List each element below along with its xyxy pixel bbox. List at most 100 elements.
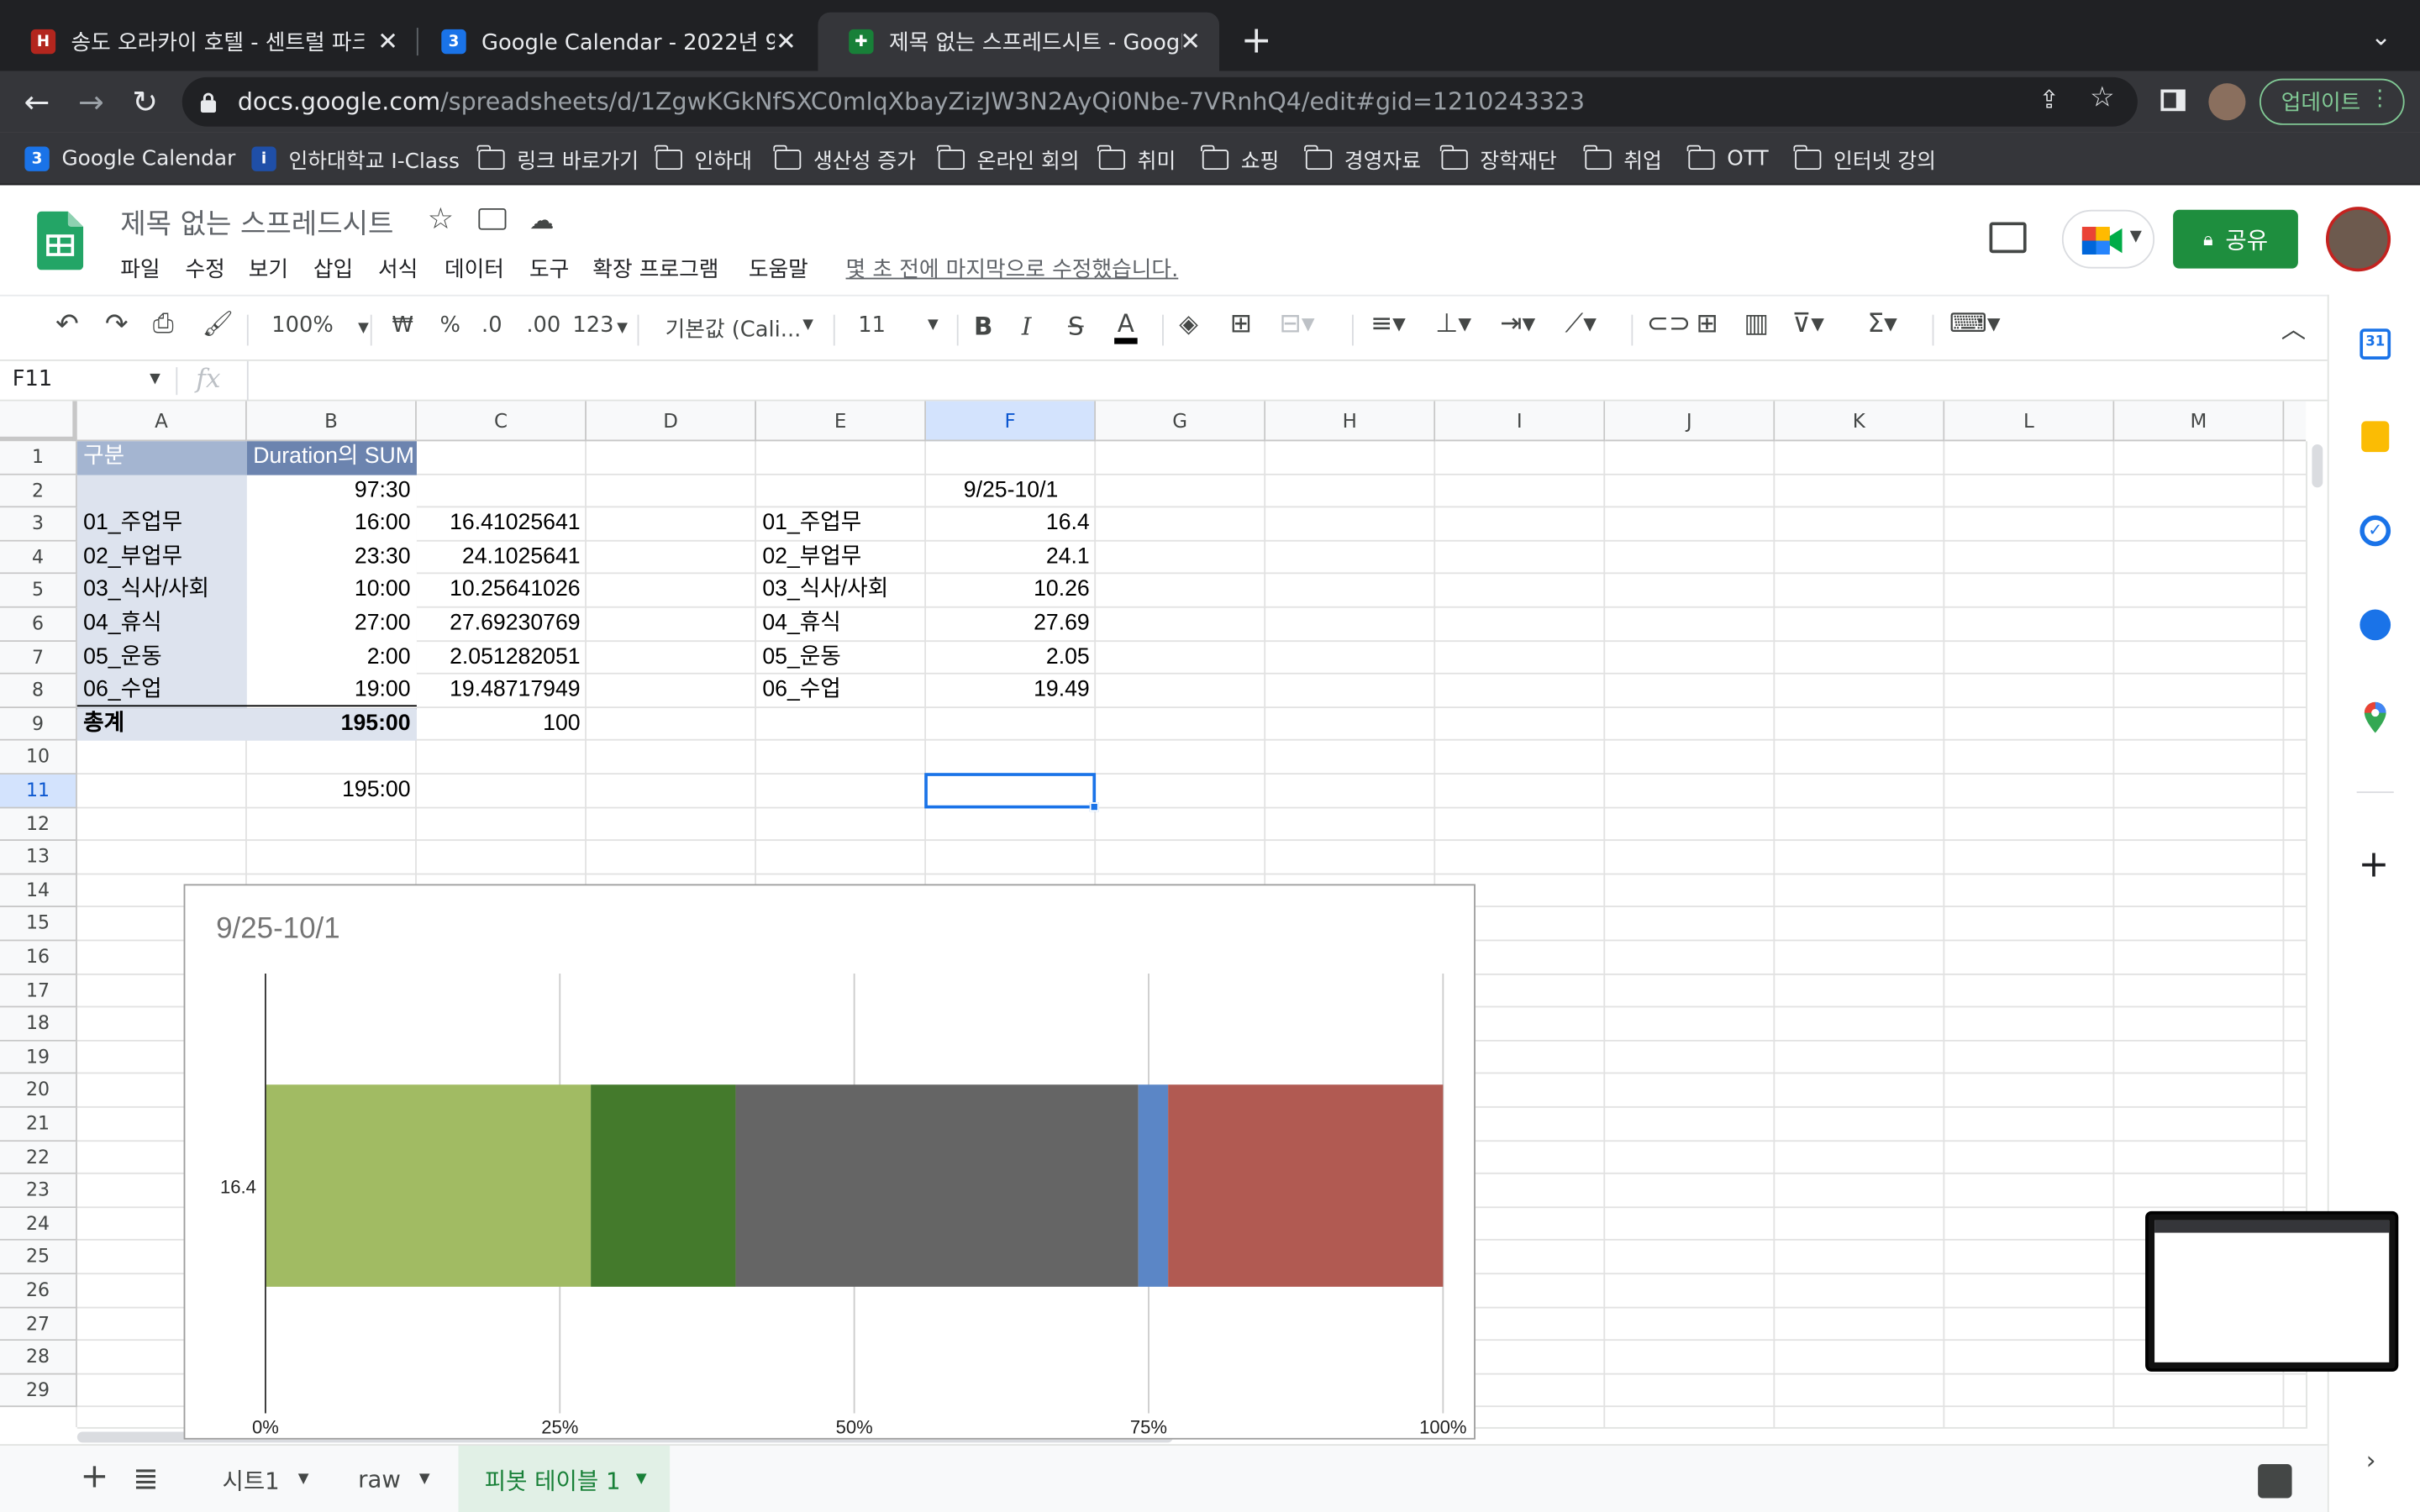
browser-tab-sheets[interactable]: ✚ 제목 없는 스프레드시트 - Google Sh ✕ — [818, 12, 1220, 71]
row-header[interactable]: 18 — [0, 1007, 77, 1042]
redo-icon[interactable]: ↷ — [105, 308, 129, 341]
functions-icon[interactable]: Σ▾ — [1867, 308, 1897, 339]
bookmark-item[interactable]: OTT — [1687, 144, 1769, 175]
filter-icon[interactable]: ⊽▾ — [1791, 308, 1824, 339]
cell[interactable]: 2:00 — [247, 641, 417, 675]
cell[interactable]: 24.1 — [926, 541, 1096, 575]
column-header[interactable]: I — [1435, 401, 1606, 442]
cell[interactable]: 23:30 — [247, 541, 417, 575]
row-header[interactable]: 12 — [0, 807, 77, 842]
row-header[interactable]: 19 — [0, 1041, 77, 1075]
column-header[interactable]: H — [1265, 401, 1436, 442]
screenshot-thumbnail[interactable] — [2145, 1210, 2399, 1372]
bookmark-item[interactable]: 쇼핑 — [1201, 144, 1279, 175]
row-header[interactable]: 8 — [0, 674, 77, 708]
tasks-icon[interactable]: ✓ — [2360, 515, 2391, 547]
cell[interactable]: 01_주업무 — [756, 508, 926, 542]
calendar-icon[interactable]: 31 — [2360, 328, 2391, 360]
bookmark-item[interactable]: 온라인 회의 — [937, 144, 1080, 175]
cell[interactable]: 19.48717949 — [417, 675, 587, 708]
menu-item[interactable]: 삽입 — [313, 253, 353, 284]
forward-icon[interactable]: → — [72, 83, 109, 120]
vertical-align-icon[interactable]: ⊥▾ — [1435, 308, 1471, 339]
undo-icon[interactable]: ↶ — [55, 308, 79, 341]
cell[interactable]: 16.41025641 — [417, 508, 587, 542]
cell[interactable]: 2.05 — [926, 641, 1096, 675]
cell[interactable]: 04_휴식 — [77, 608, 247, 642]
row-header[interactable]: 29 — [0, 1374, 77, 1408]
row-header[interactable]: 7 — [0, 641, 77, 675]
pivot-total-label[interactable]: 총계 — [77, 708, 247, 742]
row-header[interactable]: 24 — [0, 1207, 77, 1242]
cell[interactable]: 03_식사/사회 — [756, 575, 926, 608]
menu-item[interactable]: 도움말 — [749, 253, 808, 284]
row-header[interactable]: 16 — [0, 941, 77, 975]
formula-input[interactable] — [250, 361, 2318, 402]
menu-item[interactable]: 확장 프로그램 — [592, 253, 718, 284]
close-tab-icon[interactable]: ✕ — [377, 26, 398, 55]
bold-button[interactable]: B — [974, 312, 992, 341]
cell[interactable]: 10.25641026 — [417, 575, 587, 608]
row-header[interactable]: 13 — [0, 841, 77, 875]
strikethrough-button[interactable]: S — [1068, 312, 1084, 341]
fill-handle[interactable] — [1089, 801, 1099, 811]
bookmark-item[interactable]: i 인하대학교 I-Class — [251, 144, 460, 175]
row-header[interactable]: 3 — [0, 507, 77, 542]
row-header[interactable]: 10 — [0, 741, 77, 775]
input-tools-icon[interactable]: ⌨▾ — [1949, 308, 2001, 339]
horizontal-align-icon[interactable]: ≡▾ — [1370, 308, 1406, 339]
new-tab-icon[interactable]: + — [1241, 18, 1272, 61]
italic-button[interactable]: I — [1022, 312, 1032, 341]
column-header[interactable]: M — [2114, 401, 2285, 442]
expand-panel-icon[interactable]: › — [2366, 1446, 2376, 1475]
insert-link-icon[interactable]: ⊂⊃ — [1647, 308, 1691, 339]
name-box[interactable]: F11 — [13, 367, 53, 391]
cell[interactable]: 100 — [417, 708, 587, 742]
cell[interactable]: 02_부업무 — [756, 541, 926, 575]
add-sheet-icon[interactable]: + — [81, 1458, 109, 1497]
cell[interactable]: 01_주업무 — [77, 508, 247, 542]
sheet-tab-pivot[interactable]: 피봇 테이블 1 ▼ — [458, 1446, 671, 1512]
column-header[interactable]: E — [756, 401, 927, 442]
row-header[interactable]: 22 — [0, 1141, 77, 1175]
row-header[interactable]: 17 — [0, 974, 77, 1008]
cell[interactable]: 04_휴식 — [756, 608, 926, 642]
row-header[interactable]: 26 — [0, 1274, 77, 1308]
cell[interactable]: 16.4 — [926, 508, 1096, 542]
bookmark-item[interactable]: 인터넷 강의 — [1794, 144, 1936, 175]
cell[interactable]: 19:00 — [247, 675, 417, 708]
column-header[interactable]: G — [1096, 401, 1266, 442]
column-header[interactable]: K — [1775, 401, 1945, 442]
document-title[interactable]: 제목 없는 스프레드시트 — [120, 202, 393, 243]
text-color-button[interactable]: A — [1114, 308, 1138, 344]
menu-item[interactable]: 파일 — [120, 253, 160, 284]
fill-color-icon[interactable]: ◈ — [1179, 308, 1198, 338]
text-rotate-icon[interactable]: ⟋▾ — [1565, 308, 1597, 339]
close-tab-icon[interactable]: ✕ — [1180, 26, 1201, 55]
cell[interactable]: 03_식사/사회 — [77, 575, 247, 608]
menu-item[interactable]: 서식 — [378, 253, 418, 284]
profile-avatar[interactable] — [2208, 83, 2246, 121]
column-header[interactable]: J — [1605, 401, 1776, 442]
cell[interactable]: 24.1025641 — [417, 541, 587, 575]
close-tab-icon[interactable]: ✕ — [776, 26, 797, 55]
bookmark-item[interactable]: 장학재단 — [1440, 144, 1557, 175]
share-page-icon[interactable]: ⇪ — [2039, 85, 2060, 114]
column-header[interactable]: F — [926, 401, 1097, 442]
star-icon[interactable]: ☆ — [428, 202, 454, 236]
bookmark-item[interactable]: 링크 바로가기 — [477, 144, 639, 175]
row-header[interactable]: 2 — [0, 474, 77, 508]
increase-decimal-button[interactable]: .00 — [526, 313, 560, 338]
tab-search-chevron-icon[interactable]: ⌄ — [2370, 22, 2391, 51]
sheet-tab-1[interactable]: 시트1 ▼ — [194, 1446, 333, 1512]
row-header[interactable]: 4 — [0, 541, 77, 575]
paint-format-icon[interactable]: 🖌︎ — [203, 308, 234, 338]
row-header[interactable]: 11 — [0, 774, 77, 808]
menu-item[interactable]: 수정 — [185, 253, 224, 284]
row-header[interactable]: 14 — [0, 874, 77, 908]
bookmark-item[interactable]: 생산성 증가 — [773, 144, 916, 175]
menu-item[interactable]: 보기 — [249, 253, 288, 284]
column-header[interactable]: D — [586, 401, 757, 442]
side-panel-icon[interactable] — [2160, 89, 2186, 112]
row-header[interactable]: 27 — [0, 1307, 77, 1341]
